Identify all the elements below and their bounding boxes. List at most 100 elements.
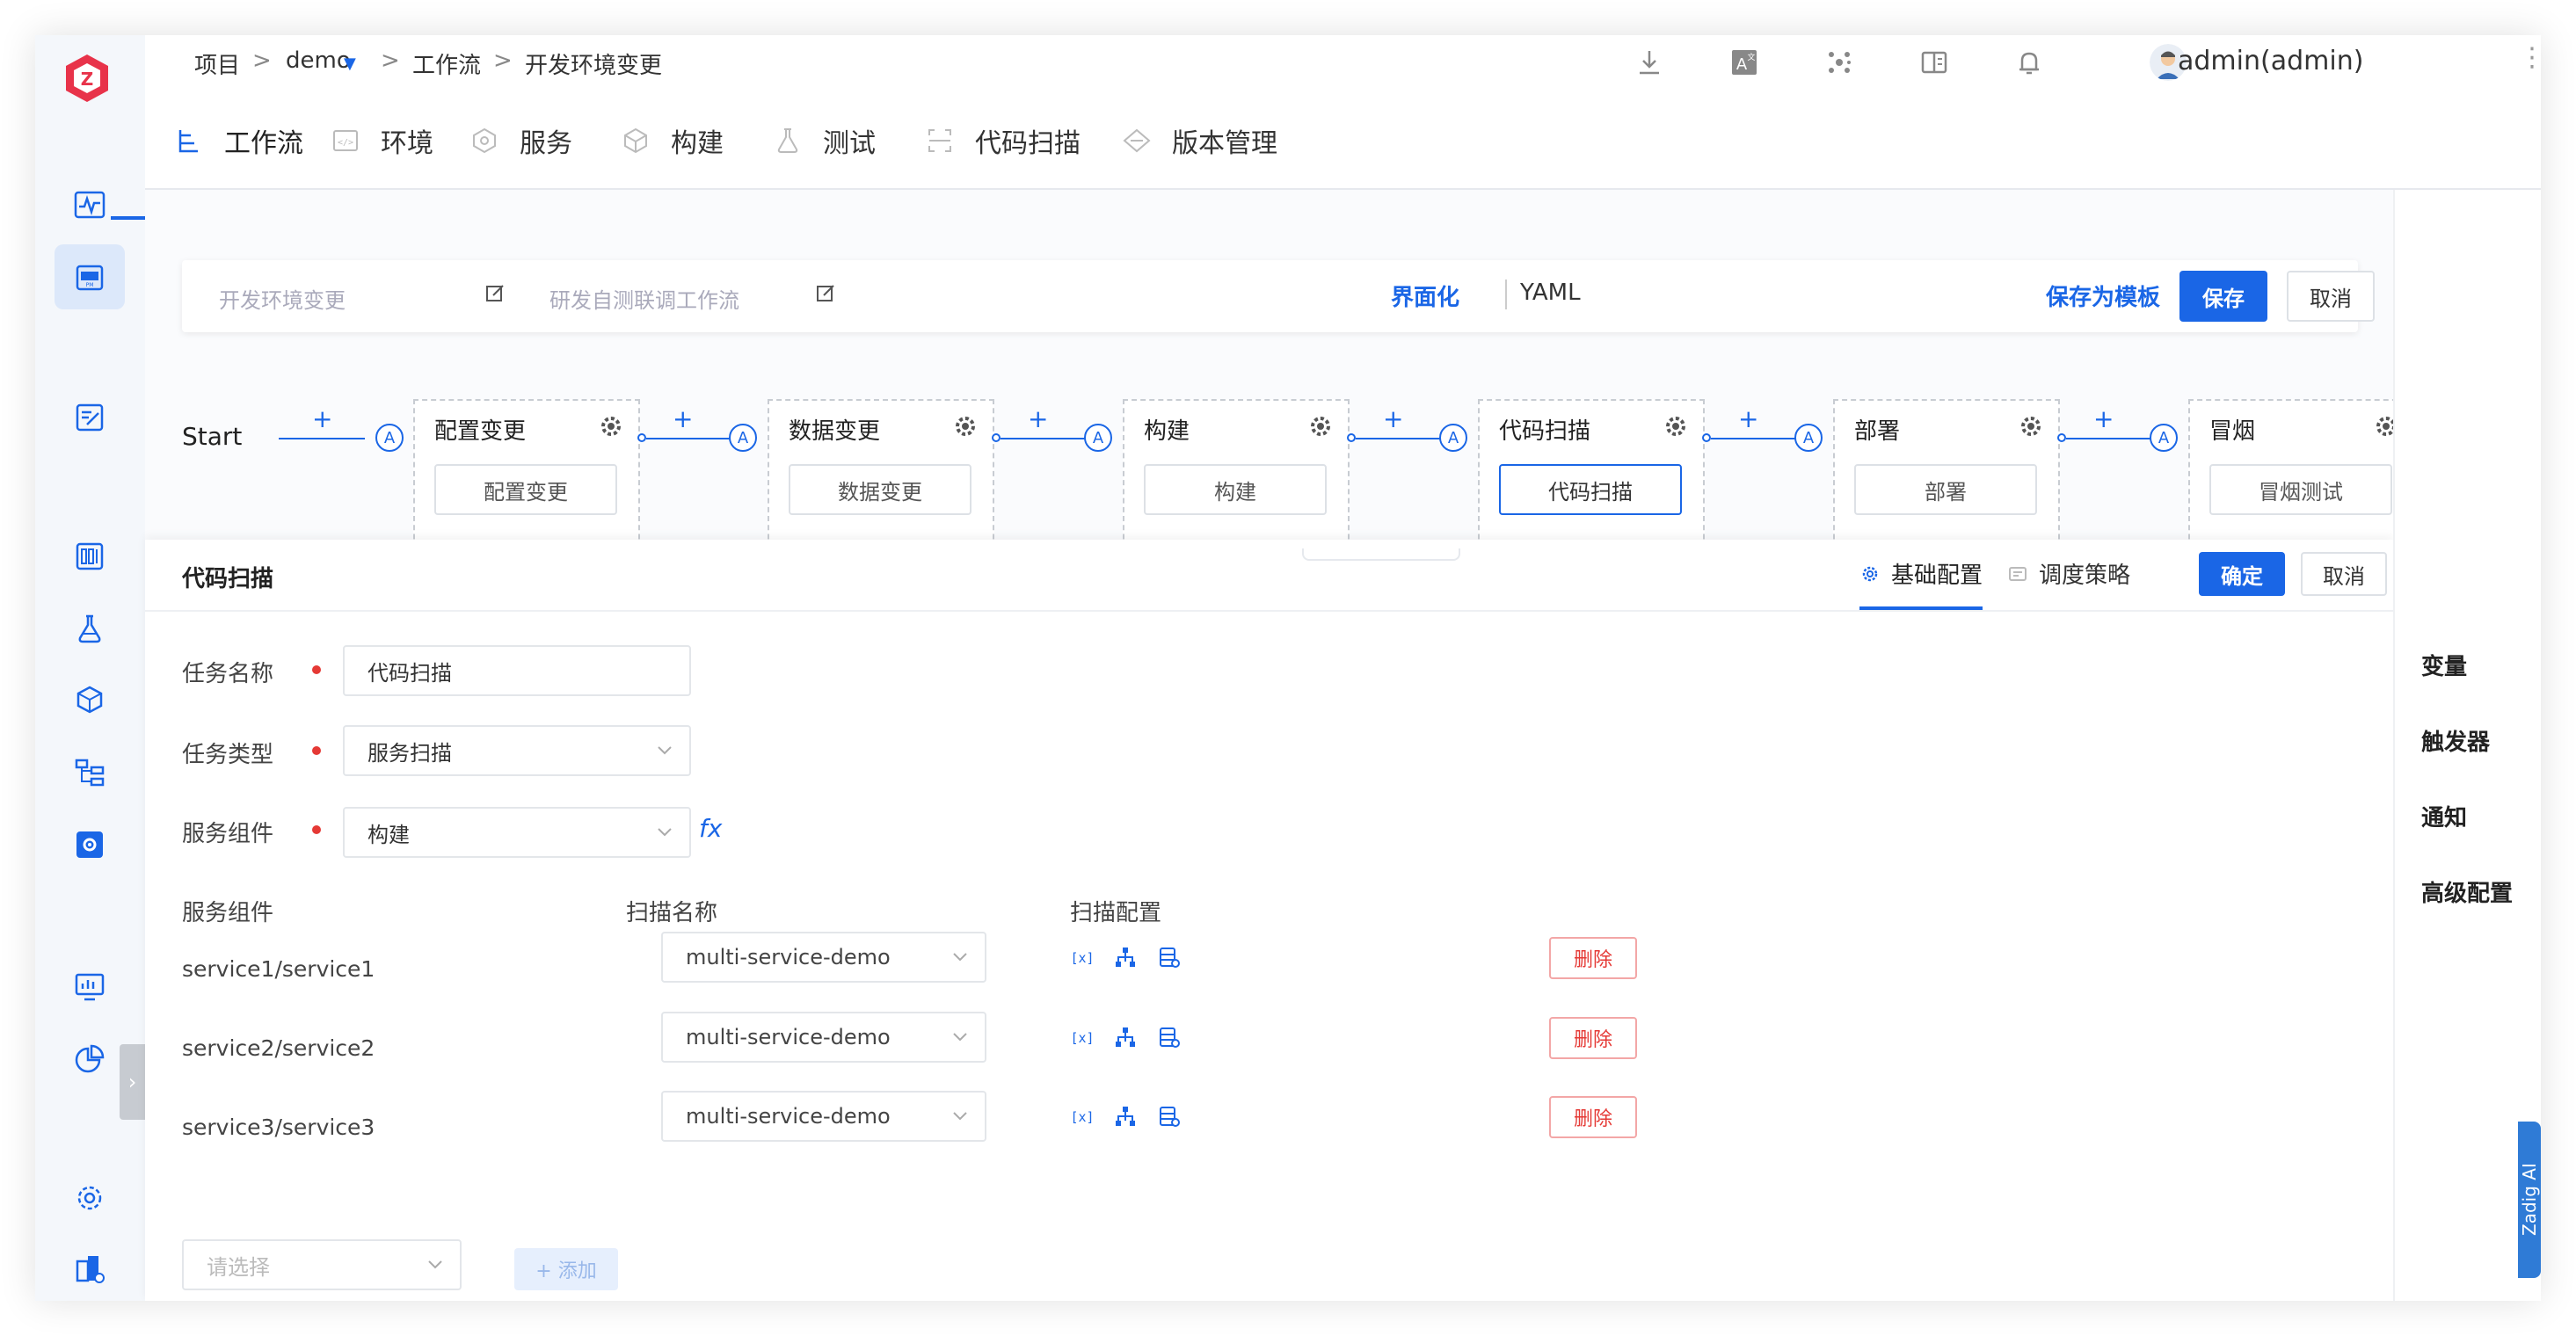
job-button-selected[interactable]: 代码扫描	[1499, 464, 1682, 515]
sidebar-dashboard[interactable]	[55, 172, 125, 237]
approval-node[interactable]: A	[375, 424, 404, 452]
download-icon[interactable]	[1633, 46, 1666, 79]
add-service-select[interactable]: 请选择	[182, 1239, 462, 1290]
approval-node[interactable]: A	[1084, 424, 1112, 452]
sidebar-statistics[interactable]	[55, 1027, 125, 1092]
approval-node[interactable]: A	[2150, 424, 2178, 452]
approval-node[interactable]: A	[1794, 424, 1823, 452]
more-vertical-icon[interactable]: ⋮	[2519, 42, 2541, 73]
job-button[interactable]: 冒烟测试	[2209, 464, 2392, 515]
workflow-name-input[interactable]: 开发环境变更	[219, 283, 346, 314]
tab-test[interactable]: 测试	[772, 123, 876, 159]
stage-card[interactable]: 数据变更 数据变更	[768, 399, 994, 557]
sidebar-releases[interactable]	[55, 385, 125, 450]
workflow-desc-input[interactable]: 研发自测联调工作流	[549, 283, 739, 314]
scan-name-select[interactable]: multi-service-demo	[661, 1012, 986, 1063]
approval-node[interactable]: A	[729, 424, 757, 452]
tab-code-scan[interactable]: 代码扫描	[924, 123, 1081, 159]
service-component-select[interactable]: 构建	[343, 807, 691, 858]
cancel-button[interactable]: 取消	[2287, 271, 2375, 322]
task-name-input[interactable]: 代码扫描	[343, 645, 691, 696]
fx-variable-icon[interactable]: fx	[699, 814, 722, 843]
tab-environment[interactable]: </> 环境	[330, 123, 433, 159]
variable-config-icon[interactable]: [x]	[1069, 1103, 1095, 1129]
approval-node[interactable]: A	[1439, 424, 1467, 452]
tree-structure-icon[interactable]	[1112, 944, 1139, 970]
ui-mode-toggle[interactable]: 界面化	[1391, 280, 1459, 312]
database-config-icon[interactable]	[1155, 1024, 1182, 1050]
add-stage-button[interactable]: +	[1028, 404, 1048, 433]
job-button[interactable]: 构建	[1144, 464, 1327, 515]
user-name[interactable]: admin(admin)	[2178, 46, 2363, 76]
tab-workflow[interactable]: 工作流	[173, 123, 303, 159]
gear-icon[interactable]	[952, 413, 979, 439]
zadig-ai-button[interactable]: Zadig AI	[2518, 1122, 2541, 1278]
panel-item-notifications[interactable]: 通知	[2421, 800, 2467, 832]
sidebar-settings-box[interactable]	[55, 812, 125, 877]
tree-structure-icon[interactable]	[1112, 1024, 1139, 1050]
gear-icon[interactable]	[1663, 413, 1689, 439]
stage-card[interactable]: 构建 构建	[1123, 399, 1350, 557]
tab-schedule-policy[interactable]: 调度策略	[2007, 557, 2130, 590]
sidebar-projects[interactable]: PM	[55, 244, 125, 309]
save-button[interactable]: 保存	[2179, 271, 2267, 322]
yaml-mode-toggle[interactable]: YAML	[1520, 280, 1581, 306]
sidebar-artifacts[interactable]	[55, 668, 125, 733]
zadig-logo[interactable]: Z	[60, 51, 114, 105]
sidebar-enterprise[interactable]	[55, 1236, 125, 1301]
variable-config-icon[interactable]: [x]	[1069, 1024, 1095, 1050]
panel-item-advanced[interactable]: 高级配置	[2421, 875, 2513, 908]
stage-card[interactable]: 冒烟 冒烟测试	[2188, 399, 2415, 557]
job-button[interactable]: 配置变更	[434, 464, 617, 515]
delete-row-button[interactable]: 删除	[1549, 937, 1637, 979]
delete-row-button[interactable]: 删除	[1549, 1017, 1637, 1059]
delete-row-button[interactable]: 删除	[1549, 1096, 1637, 1138]
caret-down-icon[interactable]: ▼	[344, 54, 356, 73]
job-button[interactable]: 数据变更	[789, 464, 971, 515]
edit-icon[interactable]	[483, 281, 507, 306]
sidebar-collapse-toggle[interactable]: ›	[120, 1044, 145, 1120]
gear-icon[interactable]	[1307, 413, 1334, 439]
gear-icon[interactable]	[2018, 413, 2044, 439]
bell-icon[interactable]	[2012, 46, 2046, 79]
tab-service[interactable]: 服务	[469, 123, 572, 159]
task-type-select[interactable]: 服务扫描	[343, 725, 691, 776]
editor-cancel-button[interactable]: 取消	[2301, 552, 2387, 596]
tab-version[interactable]: 版本管理	[1121, 123, 1277, 159]
sidebar-testing[interactable]	[55, 596, 125, 661]
docs-book-icon[interactable]	[1917, 46, 1951, 79]
database-config-icon[interactable]	[1155, 1103, 1182, 1129]
add-service-button[interactable]: + 添加	[514, 1248, 618, 1290]
edit-icon[interactable]	[813, 281, 838, 306]
variable-config-icon[interactable]: [x]	[1069, 944, 1095, 970]
database-config-icon[interactable]	[1155, 944, 1182, 970]
stage-card[interactable]: 部署 部署	[1833, 399, 2060, 557]
translate-icon[interactable]: A文	[1728, 46, 1761, 79]
add-stage-button[interactable]: +	[1383, 404, 1403, 433]
sidebar-templates[interactable]	[55, 740, 125, 805]
resize-handle[interactable]	[1302, 548, 1460, 561]
plugins-icon[interactable]	[1823, 46, 1856, 79]
tree-structure-icon[interactable]	[1112, 1103, 1139, 1129]
confirm-button[interactable]: 确定	[2199, 552, 2285, 596]
panel-item-variables[interactable]: 变量	[2421, 649, 2467, 681]
scan-name-select[interactable]: multi-service-demo	[661, 932, 986, 983]
scan-name-select[interactable]: multi-service-demo	[661, 1091, 986, 1142]
add-stage-button[interactable]: +	[1738, 404, 1758, 433]
sidebar-board[interactable]	[55, 524, 125, 589]
sidebar-monitor[interactable]	[55, 955, 125, 1020]
add-stage-button[interactable]: +	[2093, 404, 2114, 433]
add-stage-button[interactable]: +	[312, 404, 332, 433]
breadcrumb-workflow[interactable]: 工作流	[412, 47, 481, 80]
add-stage-button[interactable]: +	[673, 404, 693, 433]
panel-item-triggers[interactable]: 触发器	[2421, 724, 2490, 757]
tab-build[interactable]: 构建	[620, 123, 724, 159]
breadcrumb-project[interactable]: 项目	[194, 47, 240, 80]
job-button[interactable]: 部署	[1854, 464, 2037, 515]
tab-basic-config[interactable]: 基础配置	[1859, 557, 1983, 590]
save-as-template-link[interactable]: 保存为模板	[2046, 280, 2160, 312]
breadcrumb-demo[interactable]: demo	[286, 47, 351, 74]
stage-card[interactable]: 配置变更 配置变更	[413, 399, 640, 557]
stage-card[interactable]: 代码扫描 代码扫描	[1478, 399, 1705, 557]
gear-icon[interactable]	[598, 413, 624, 439]
